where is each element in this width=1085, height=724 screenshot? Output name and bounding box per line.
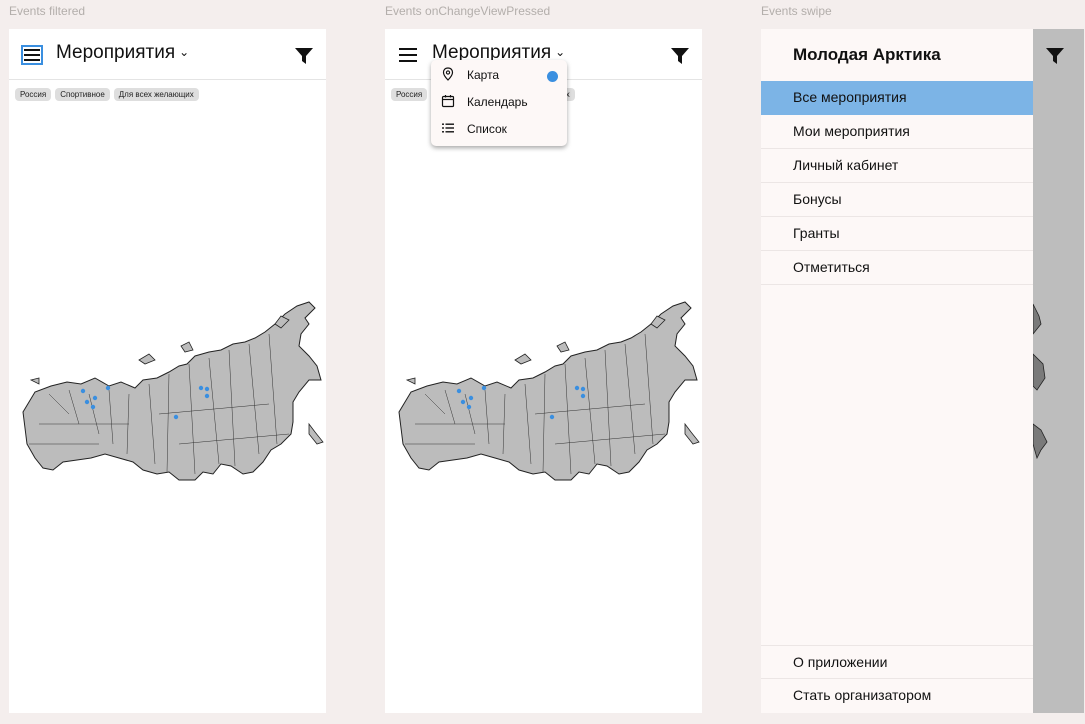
- event-marker[interactable]: [580, 393, 586, 399]
- view-option-map[interactable]: Карта: [431, 62, 567, 88]
- drawer-item-about[interactable]: О приложении: [761, 645, 1033, 679]
- map-pin-icon: [442, 67, 454, 81]
- selected-indicator: [547, 71, 558, 82]
- event-marker[interactable]: [92, 395, 98, 401]
- drawer-item-my-events[interactable]: Мои мероприятия: [761, 115, 1033, 149]
- event-marker[interactable]: [204, 386, 210, 392]
- event-marker[interactable]: [198, 385, 204, 391]
- event-marker[interactable]: [549, 414, 555, 420]
- view-option-label: Карта: [467, 68, 500, 82]
- russia-map-shape: [22, 301, 324, 481]
- event-marker[interactable]: [173, 414, 179, 420]
- phone-frame-filtered: Мероприятия ⌄ Россия Спортивное Для всех …: [9, 29, 326, 713]
- event-marker[interactable]: [84, 399, 90, 405]
- filter-icon[interactable]: [294, 46, 314, 66]
- navigation-drawer: Молодая Арктика Все мероприятия Мои меро…: [761, 29, 1033, 713]
- view-option-list[interactable]: Список: [431, 116, 567, 142]
- event-marker[interactable]: [466, 404, 472, 410]
- drawer-title: Молодая Арктика: [793, 45, 941, 64]
- view-mode-menu: Карта Календарь Список: [431, 60, 567, 146]
- russia-map-shape: [398, 301, 700, 481]
- drawer-item-bonuses[interactable]: Бонусы: [761, 183, 1033, 217]
- page-title[interactable]: Мероприятия ⌄: [56, 42, 189, 64]
- event-marker[interactable]: [204, 393, 210, 399]
- russia-map[interactable]: [9, 294, 326, 494]
- phone-frame-drawer: Молодая Арктика Все мероприятия Мои меро…: [761, 29, 1084, 713]
- filter-chip[interactable]: Для всех желающих: [113, 88, 199, 101]
- drawer-item-profile[interactable]: Личный кабинет: [761, 149, 1033, 183]
- app-bar: Мероприятия ⌄: [9, 29, 326, 80]
- phone-frame-view-menu: Мероприятия⌄ Россия Спортивное Для всех …: [385, 29, 702, 713]
- page-title-text: Мероприятия: [56, 42, 176, 63]
- view-option-calendar[interactable]: Календарь: [431, 89, 567, 115]
- event-marker[interactable]: [456, 388, 462, 394]
- event-marker[interactable]: [468, 395, 474, 401]
- frame-label-swipe: Events swipe: [761, 4, 832, 18]
- hamburger-menu-icon[interactable]: [397, 45, 419, 65]
- filter-icon: [1046, 48, 1064, 64]
- event-marker[interactable]: [105, 385, 111, 391]
- drawer-item-all-events[interactable]: Все мероприятия: [761, 81, 1033, 115]
- filter-chip[interactable]: Спортивное: [55, 88, 110, 101]
- event-marker[interactable]: [90, 404, 96, 410]
- event-marker[interactable]: [80, 388, 86, 394]
- event-marker[interactable]: [481, 385, 487, 391]
- drawer-scrim[interactable]: [1033, 29, 1084, 713]
- event-marker[interactable]: [574, 385, 580, 391]
- filter-chips: Россия Спортивное Для всех желающих: [15, 88, 199, 101]
- drawer-item-check-in[interactable]: Отметиться: [761, 251, 1033, 285]
- filter-chip[interactable]: Россия: [391, 88, 428, 101]
- view-option-label: Список: [467, 122, 507, 136]
- frame-label-filtered: Events filtered: [9, 4, 86, 18]
- filter-chip[interactable]: Россия: [15, 88, 52, 101]
- chevron-down-icon: ⌄: [179, 45, 190, 59]
- event-marker[interactable]: [460, 399, 466, 405]
- filter-icon[interactable]: [670, 46, 690, 66]
- chevron-down-icon: ⌄: [555, 45, 566, 59]
- view-option-label: Календарь: [467, 95, 528, 109]
- calendar-icon: [441, 95, 455, 108]
- drawer-item-grants[interactable]: Гранты: [761, 217, 1033, 251]
- drawer-item-become-organizer[interactable]: Стать организатором: [761, 679, 1033, 713]
- list-icon: [442, 123, 454, 133]
- event-marker[interactable]: [580, 386, 586, 392]
- hamburger-menu-icon[interactable]: [21, 45, 43, 65]
- russia-map[interactable]: [385, 294, 702, 494]
- map-fragment: [1033, 303, 1048, 460]
- frame-label-view-menu: Events onChangeViewPressed: [385, 4, 551, 18]
